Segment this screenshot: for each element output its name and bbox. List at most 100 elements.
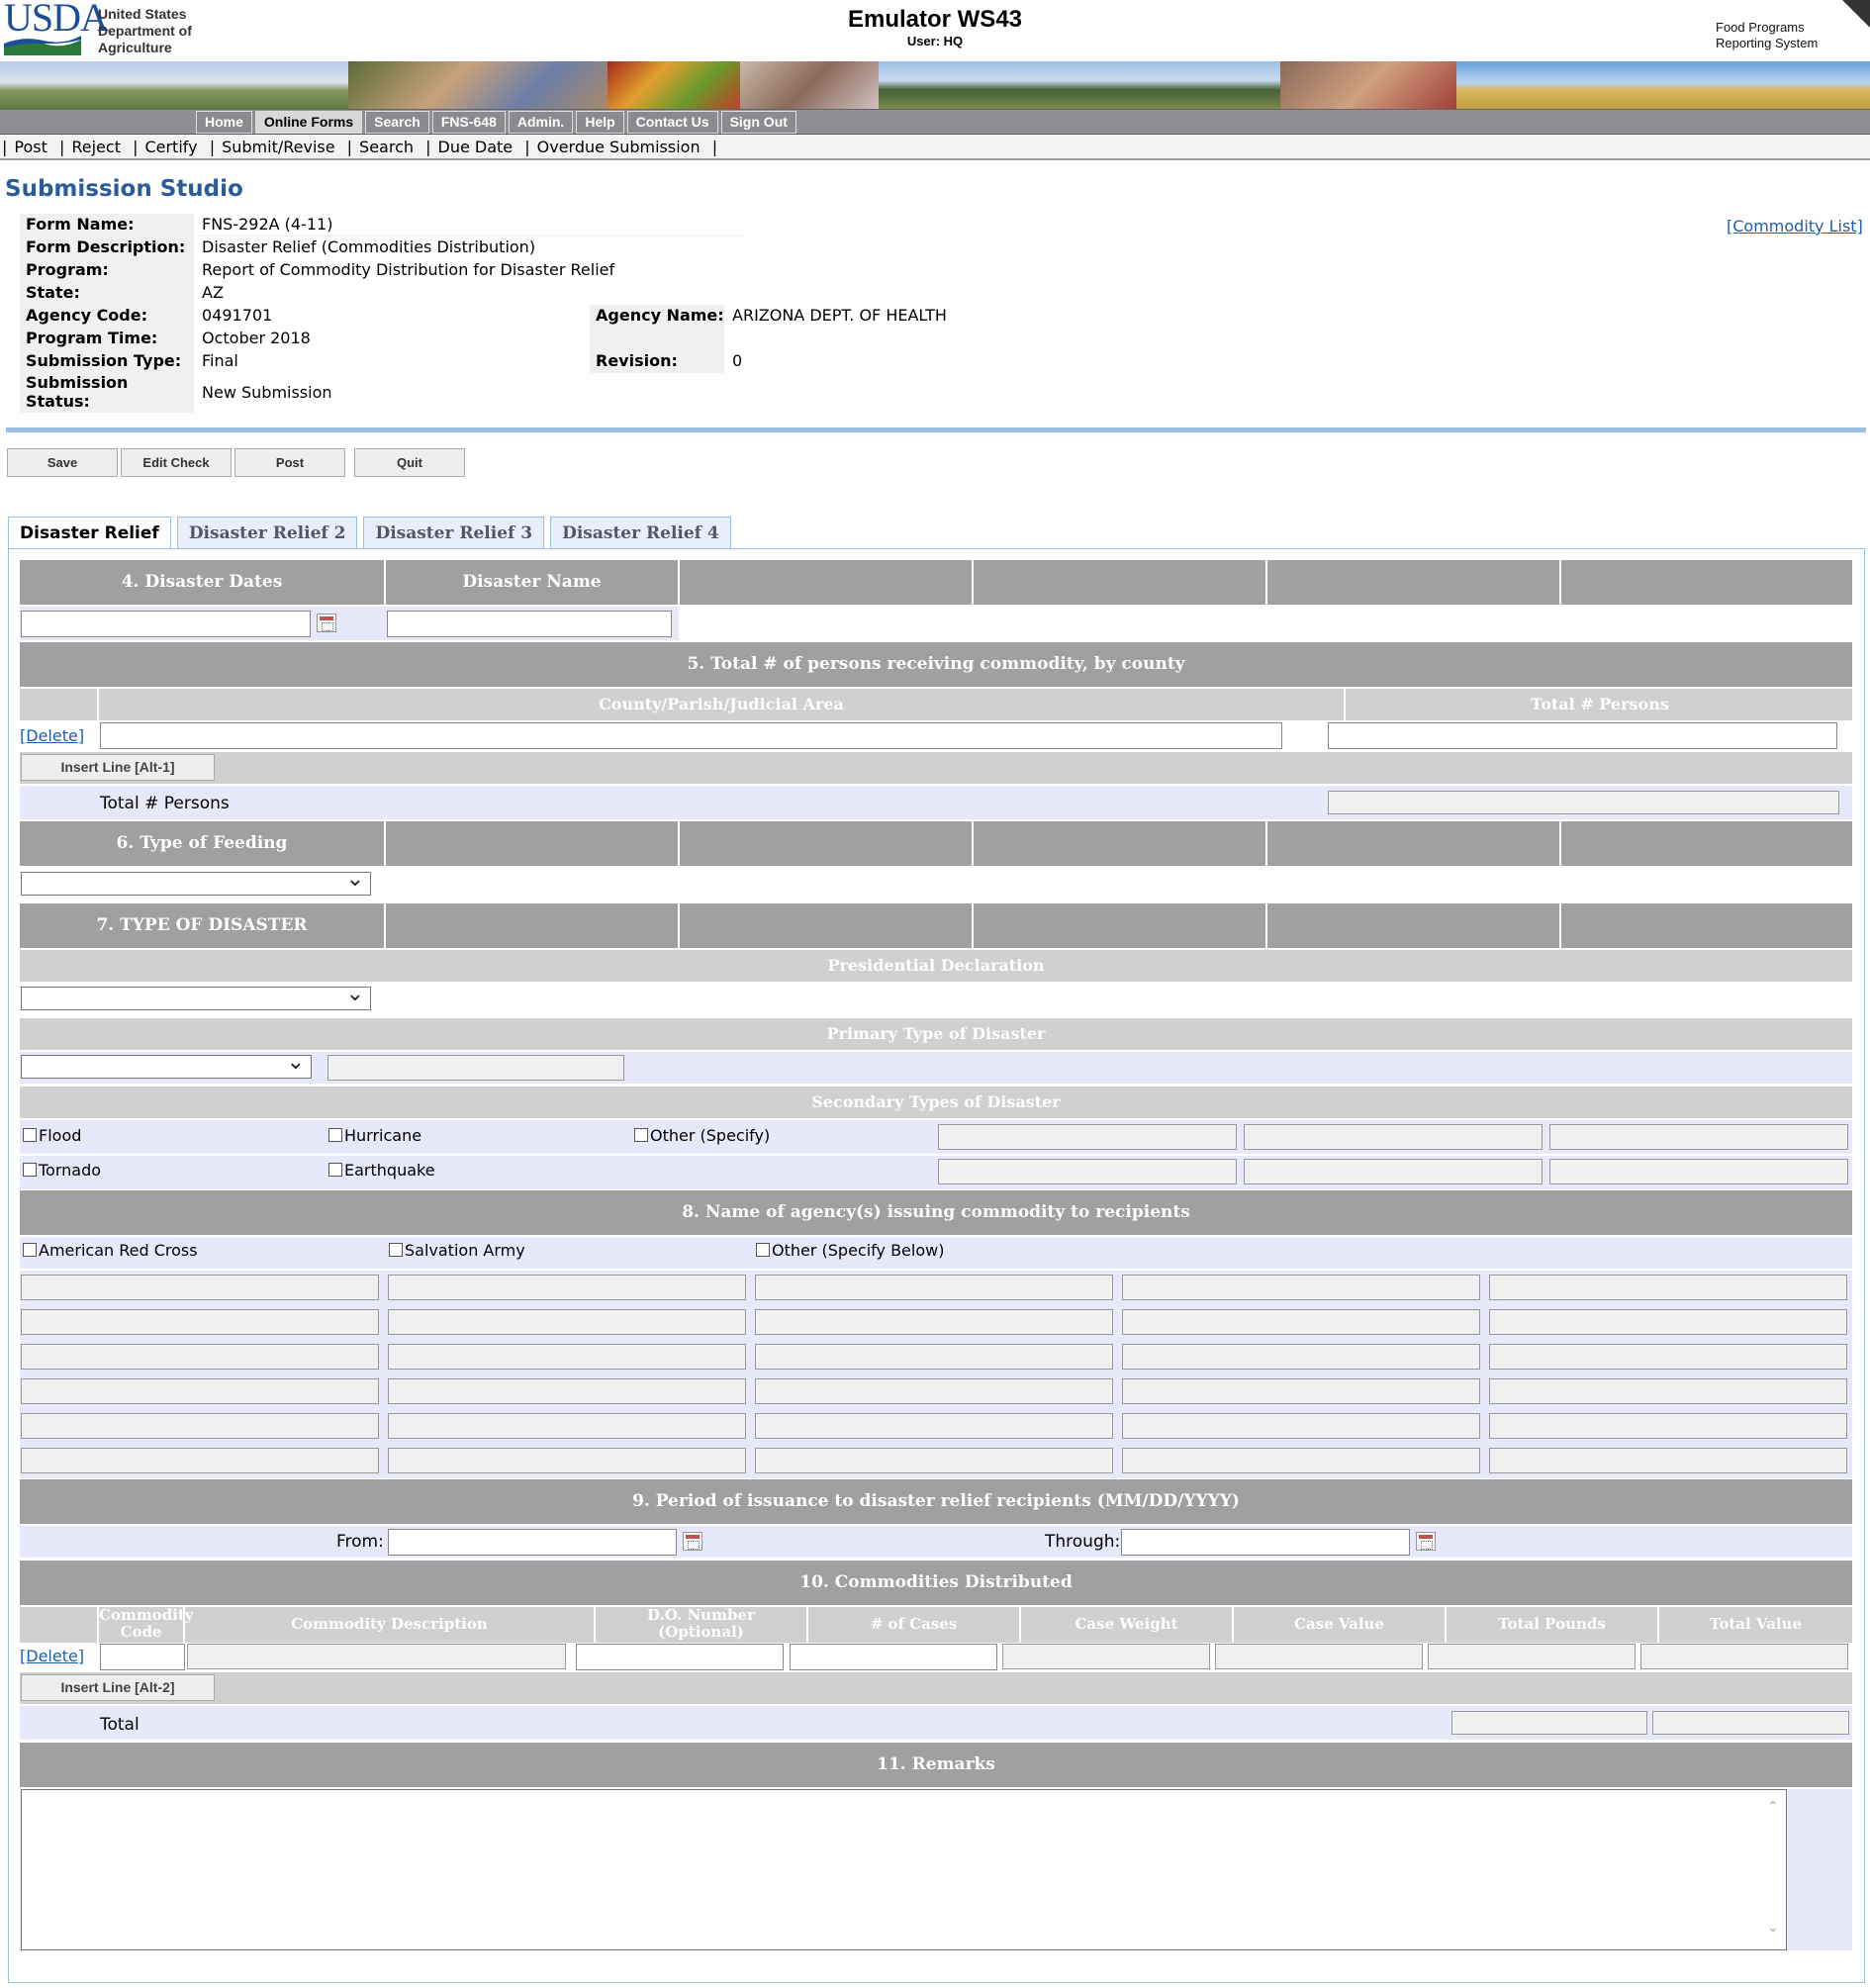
commodity-code-input[interactable] (100, 1644, 185, 1670)
agency-specify-input[interactable] (1122, 1275, 1480, 1300)
subnav-overdue[interactable]: Overdue Submission (537, 138, 701, 156)
quit-button[interactable]: Quit (354, 448, 465, 477)
other-specify-input-5[interactable] (1244, 1159, 1543, 1184)
salvation-army-checkbox[interactable]: Salvation Army (389, 1241, 525, 1260)
agency-specify-input[interactable] (388, 1413, 746, 1439)
agency-specify-input[interactable] (21, 1413, 379, 1439)
tornado-checkbox[interactable]: Tornado (23, 1161, 101, 1180)
nav-sign-out[interactable]: Sign Out (720, 111, 796, 134)
col-do-number: D.O. Number (Optional) (596, 1607, 808, 1643)
other-specify-input-6[interactable] (1549, 1159, 1848, 1184)
subnav-due-date[interactable]: Due Date (438, 138, 514, 156)
delete-commodity-link[interactable]: [Delete] (20, 1647, 84, 1665)
agency-name-label: Agency Name: (590, 305, 724, 328)
scroll-down-icon[interactable]: ⌄ (1767, 1920, 1779, 1936)
from-label: From: (336, 1532, 384, 1552)
subnav-post[interactable]: Post (14, 138, 47, 156)
through-label: Through: (1045, 1532, 1121, 1552)
agency-specify-input[interactable] (1122, 1309, 1480, 1335)
primary-type-other-input[interactable] (327, 1055, 624, 1081)
agency-specify-input[interactable] (1122, 1378, 1480, 1404)
flood-checkbox[interactable]: Flood (23, 1126, 81, 1145)
other-below-checkbox[interactable]: Other (Specify Below) (756, 1241, 944, 1260)
agency-specify-input[interactable] (755, 1309, 1113, 1335)
agency-specify-input[interactable] (388, 1378, 746, 1404)
tab-disaster-relief-4[interactable]: Disaster Relief 4 (550, 517, 731, 549)
nav-home[interactable]: Home (196, 111, 252, 134)
agency-specify-input[interactable] (388, 1275, 746, 1300)
app-title: Emulator WS43 (847, 6, 1023, 33)
from-calendar-icon[interactable] (683, 1532, 702, 1551)
earthquake-checkbox[interactable]: Earthquake (328, 1161, 435, 1180)
scroll-up-icon[interactable]: ⌃ (1767, 1799, 1779, 1815)
through-calendar-icon[interactable] (1416, 1532, 1436, 1551)
agency-specify-input[interactable] (21, 1344, 379, 1370)
commodity-list-link[interactable]: [Commodity List] (1727, 217, 1863, 236)
tab-disaster-relief-3[interactable]: Disaster Relief 3 (363, 517, 545, 549)
subnav-search[interactable]: Search (359, 138, 414, 156)
insert-line-2-button[interactable]: Insert Line [Alt-2] (21, 1674, 215, 1701)
primary-type-select[interactable] (21, 1050, 312, 1079)
edit-check-button[interactable]: Edit Check (121, 448, 232, 477)
agency-specify-input[interactable] (1122, 1344, 1480, 1370)
state-label: State: (20, 282, 194, 305)
agency-specify-input[interactable] (1489, 1448, 1847, 1473)
tab-disaster-relief-2[interactable]: Disaster Relief 2 (176, 517, 358, 549)
agency-specify-input[interactable] (755, 1378, 1113, 1404)
agency-specify-input[interactable] (1489, 1275, 1847, 1300)
subnav-reject[interactable]: Reject (71, 138, 121, 156)
through-date-input[interactable] (1121, 1529, 1410, 1556)
other-specify-input-2[interactable] (1244, 1124, 1543, 1150)
other-specify-checkbox[interactable]: Other (Specify) (634, 1126, 770, 1145)
agency-specify-input[interactable] (1122, 1448, 1480, 1473)
nav-fns-648[interactable]: FNS-648 (431, 111, 506, 134)
nav-admin[interactable]: Admin. (508, 111, 574, 134)
agency-specify-input[interactable] (388, 1344, 746, 1370)
delete-county-link[interactable]: [Delete] (20, 726, 84, 745)
presidential-declaration-select[interactable] (21, 982, 371, 1010)
tab-disaster-relief[interactable]: Disaster Relief (8, 517, 171, 549)
insert-line-1-button[interactable]: Insert Line [Alt-1] (21, 754, 215, 781)
other-specify-input-4[interactable] (938, 1159, 1237, 1184)
agency-specify-input[interactable] (755, 1344, 1113, 1370)
agency-specify-input[interactable] (388, 1309, 746, 1335)
agency-specify-input[interactable] (21, 1275, 379, 1300)
agency-specify-input[interactable] (755, 1413, 1113, 1439)
nav-help[interactable]: Help (576, 111, 624, 134)
other-specify-input-1[interactable] (938, 1124, 1237, 1150)
agency-specify-input[interactable] (21, 1378, 379, 1404)
col-commodity-code: Commodity Code (99, 1606, 194, 1643)
agency-specify-input[interactable] (1122, 1413, 1480, 1439)
agency-specify-input[interactable] (388, 1448, 746, 1473)
other-specify-input-3[interactable] (1549, 1124, 1848, 1150)
agency-specify-input[interactable] (1489, 1413, 1847, 1439)
post-button[interactable]: Post (234, 448, 345, 477)
do-number-input[interactable] (576, 1644, 784, 1670)
remarks-textarea[interactable] (21, 1789, 1787, 1950)
save-button[interactable]: Save (7, 448, 118, 477)
agency-specify-input[interactable] (21, 1448, 379, 1473)
col-cases: # of Cases (808, 1607, 1021, 1643)
agency-specify-input[interactable] (755, 1448, 1113, 1473)
disaster-name-input[interactable] (387, 611, 672, 637)
section-10-header: 10. Commodities Distributed (20, 1561, 1852, 1605)
nav-online-forms[interactable]: Online Forms (254, 111, 363, 134)
agency-specify-input[interactable] (1489, 1344, 1847, 1370)
type-of-feeding-select[interactable] (21, 867, 371, 896)
subnav-certify[interactable]: Certify (144, 138, 197, 156)
agency-specify-input[interactable] (1489, 1378, 1847, 1404)
nav-contact-us[interactable]: Contact Us (626, 111, 718, 134)
red-cross-checkbox[interactable]: American Red Cross (23, 1241, 198, 1260)
calendar-icon[interactable] (317, 614, 336, 632)
cases-input[interactable] (790, 1644, 997, 1670)
subnav-submit-revise[interactable]: Submit/Revise (222, 138, 334, 156)
disaster-dates-input[interactable] (21, 611, 311, 637)
agency-specify-input[interactable] (1489, 1309, 1847, 1335)
total-persons-input[interactable] (1328, 722, 1837, 749)
nav-search[interactable]: Search (365, 111, 429, 134)
agency-specify-input[interactable] (21, 1309, 379, 1335)
agency-specify-input[interactable] (755, 1275, 1113, 1300)
from-date-input[interactable] (388, 1529, 677, 1556)
county-input[interactable] (100, 722, 1282, 749)
hurricane-checkbox[interactable]: Hurricane (328, 1126, 421, 1145)
